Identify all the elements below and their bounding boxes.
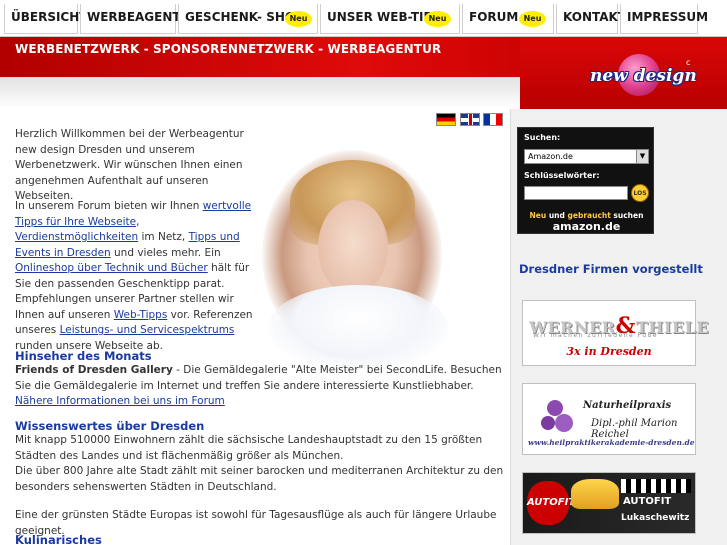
dresden-text-2: Die über 800 Jahre alte Stadt zählt mit … (15, 465, 504, 493)
werner-slogan: Wir machen zufriedene Füße (533, 332, 659, 339)
werner-tag: 3x in Dresden (566, 345, 652, 358)
amazon-logo[interactable]: amazon.de (524, 220, 649, 233)
neu-badge: Neu (424, 11, 451, 27)
link-leistungen[interactable]: Leistungs- und Servicespektrums (60, 324, 235, 336)
suchen-word: suchen (610, 211, 644, 220)
nav-geschenk-shop[interactable]: GESCHENK- SHOP Neu (178, 4, 318, 34)
link-forum-info[interactable]: Nähere Informationen bei uns im Forum (15, 395, 225, 407)
amazon-search-widget: Suchen: Amazon.de ▼ Schlüsselwörter: LOS … (517, 127, 654, 234)
nav-label: KONTAKT (563, 10, 627, 24)
nav-web-tipp[interactable]: UNSER WEB-TIPP Neu (320, 4, 460, 34)
keywords-label: Schlüsselwörter: (524, 171, 600, 180)
firmen-heading: Dresdner Firmen vorgestellt (519, 262, 703, 276)
amazon-category-select[interactable]: Amazon.de ▼ (524, 149, 649, 164)
neu-badge: Neu (285, 11, 312, 27)
top-navigation: ÜBERSICHT WERBEAGENTUR GESCHENK- SHOP Neu… (0, 0, 727, 37)
los-button[interactable]: LOS (631, 184, 649, 202)
car-icon (571, 479, 619, 509)
autofit-owner: Lukaschewitz (621, 513, 690, 523)
text-segment: , (136, 215, 140, 228)
ad-autofit[interactable]: AUTOFIT AUTOFIT Lukaschewitz (522, 472, 696, 534)
link-verdienst[interactable]: Verdienstmöglichkeiten (15, 231, 138, 243)
heil-person: Dipl.-phil Marion Reichel (591, 418, 678, 440)
ad-naturheilpraxis[interactable]: Naturheilpraxis Dipl.-phil Marion Reiche… (522, 383, 696, 455)
link-onlineshop[interactable]: Onlineshop über Technik und Bücher (15, 262, 208, 274)
dresden-heading: Wissenswertes über Dresden (15, 419, 205, 433)
nav-label: FORUM (469, 10, 519, 24)
link-web-tipps[interactable]: Web-Tipps (114, 309, 168, 321)
ad-werner-thiele[interactable]: WERNER&THIELE Wir machen zufriedene Füße… (522, 300, 709, 366)
nav-uebersicht[interactable]: ÜBERSICHT (4, 4, 87, 34)
nav-label: ÜBERSICHT (11, 10, 88, 24)
heil-url: www.heilpraktikerakademie-dresden.de (528, 438, 695, 447)
nav-forum[interactable]: FORUM Neu (462, 4, 554, 34)
site-logo[interactable]: new design (590, 66, 697, 86)
checkered-flag-icon (621, 479, 691, 493)
keywords-input[interactable] (524, 186, 628, 200)
autofit-brand: AUTOFIT (623, 496, 672, 507)
nav-impressum[interactable]: IMPRESSUM (620, 4, 708, 34)
und-word: und (546, 211, 568, 220)
amazon-tagline: Neu und gebraucht suchen (524, 211, 649, 220)
dresden-text-1: Mit knapp 510000 Einwohnern zählt die sä… (15, 434, 483, 462)
text-segment: im Netz, (138, 231, 189, 243)
chevron-down-icon: ▼ (636, 150, 648, 163)
portrait-fur (268, 285, 448, 370)
forum-intro-text: In unserem Forum bieten wir Ihnen wertvo… (15, 199, 255, 354)
portrait-face (318, 200, 388, 295)
heil-name: Naturheilpraxis (583, 400, 672, 411)
suchen-label: Suchen: (524, 133, 561, 142)
flower-icon (533, 390, 573, 432)
banner-title: WERBENETZWERK - SPONSORENNETZWERK - WERB… (15, 42, 442, 56)
hinseher-text: Friends of Dresden Gallery - Die Gemälde… (15, 363, 505, 410)
hinseher-heading: Hinseher des Monats (15, 349, 152, 363)
text-segment: In unserem Forum bieten wir Ihnen (15, 200, 203, 212)
neu-word: Neu (529, 211, 547, 220)
text-segment: und vieles mehr. Ein (110, 246, 221, 259)
french-flag-icon[interactable] (483, 113, 503, 126)
english-flag-icon[interactable] (460, 113, 480, 126)
neu-badge: Neu (519, 11, 546, 27)
gebraucht-word: gebraucht (567, 211, 611, 220)
nav-label: IMPRESSUM (627, 10, 709, 24)
kulinarisches-heading: Kulinarisches (15, 533, 102, 545)
german-flag-icon[interactable] (436, 113, 456, 126)
welcome-text: Herzlich Willkommen bei der Werbeagentur… (15, 128, 244, 202)
logo-copyright-mark: c (686, 58, 691, 67)
autofit-logo: AUTOFIT (527, 481, 575, 525)
gallery-name: Friends of Dresden Gallery (15, 364, 173, 376)
select-value: Amazon.de (528, 152, 573, 161)
nav-kontakt[interactable]: KONTAKT (556, 4, 626, 34)
nav-werbeagentur[interactable]: WERBEAGENTUR (80, 4, 200, 34)
